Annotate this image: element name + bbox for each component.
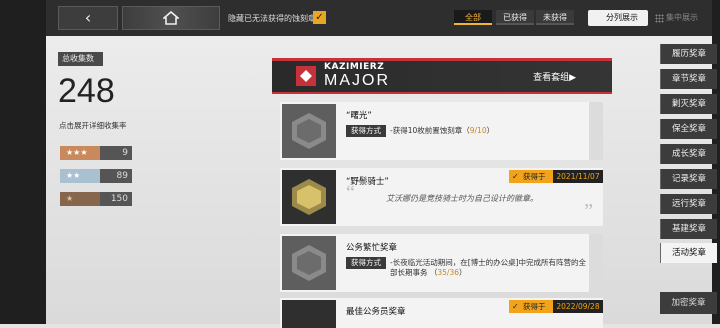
view-gather-button[interactable]: 集中展示 [652, 10, 708, 26]
banner-title-small: KAZIMIERZ [324, 62, 385, 72]
obtained-tag: 获得于 [509, 170, 553, 183]
quote-open-icon: “ [346, 182, 355, 204]
obtained-date: 2021/11/07 [553, 170, 603, 183]
kazimierz-logo-icon [296, 66, 316, 86]
back-button[interactable]: ‹ [58, 6, 118, 30]
sidebar-item-annihilation[interactable]: 剿灭奖章 [660, 94, 717, 114]
sidebar-item-record[interactable]: 记录奖章 [660, 169, 717, 189]
method-tag: 获得方式 [346, 257, 386, 269]
banner-accent-bar [272, 58, 612, 61]
view-set-button[interactable]: 查看套组▶ [533, 70, 576, 83]
back-arrow-icon: ‹ [84, 8, 92, 27]
medal-description: 艾沃娜仍是竞技骑士时为自己设计的徽章。 [386, 194, 538, 203]
filter-tab-not-obtained[interactable]: 未获得 [536, 10, 574, 25]
method-text: -获得10枚前置蚀刻章（9/10） [390, 126, 495, 135]
progress: 35/36 [437, 268, 460, 277]
total-label: 总收集数 [58, 52, 103, 66]
sidebar-item-growth[interactable]: 成长奖章 [660, 144, 717, 164]
home-button[interactable] [122, 6, 220, 30]
rarity-count: 9 [122, 148, 128, 158]
medal-icon [282, 104, 336, 158]
filter-tab-obtained[interactable]: 已获得 [496, 10, 534, 25]
rarity-row-2star: ★★ 89 [60, 169, 132, 183]
rarity-row-1star: ★ 150 [60, 192, 132, 206]
rarity-stars: ★★ [60, 169, 100, 183]
hide-unobtainable-checkbox[interactable]: ✓ [313, 11, 326, 24]
home-icon [163, 11, 179, 25]
medal-name: “曙光” [346, 111, 372, 121]
rarity-count: 150 [110, 194, 128, 204]
progress: 9/10 [469, 126, 487, 135]
quote-close-icon: ” [584, 200, 593, 222]
banner-title-big: MAJOR [324, 72, 390, 89]
card-side [589, 102, 603, 160]
medal-icon [282, 236, 336, 290]
detail-rate-link[interactable]: 点击展开详细收集率 [59, 120, 127, 131]
sidebar-item-base[interactable]: 基建奖章 [660, 219, 717, 239]
filter-tab-all[interactable]: 全部 [454, 10, 492, 25]
sidebar-item-event[interactable]: 活动奖章 [660, 243, 717, 263]
sidebar-item-history[interactable]: 履历奖章 [660, 44, 717, 64]
sidebar-item-chapter[interactable]: 章节奖章 [660, 69, 717, 89]
total-count: 248 [58, 72, 115, 110]
hide-unobtainable-label: 隐藏已无法获得的蚀刻章 [228, 14, 316, 23]
sidebar-item-preservation[interactable]: 保全奖章 [660, 119, 717, 139]
sidebar-item-secret[interactable]: 加密奖章 [660, 292, 717, 314]
obtained-tag: 获得于 [509, 300, 553, 313]
card-side [589, 234, 603, 292]
sidebar-item-expedition[interactable]: 远行奖章 [660, 194, 717, 214]
medal-name: 最佳公务员奖章 [346, 307, 406, 317]
medal-icon [282, 170, 336, 224]
view-split-button[interactable]: 分列展示 [588, 10, 648, 26]
rarity-count: 89 [116, 171, 128, 181]
medal-card[interactable]: 公务繁忙奖章 获得方式 -长夜临光活动期间，在[博士的办公桌]中完成所有阵营的全… [280, 234, 603, 292]
medal-card[interactable]: “野鬃骑士” 获得于 2021/11/07 “ 艾沃娜仍是竞技骑士时为自己设计的… [280, 168, 603, 226]
rarity-stars: ★ [60, 192, 100, 206]
collection-stats-panel: 总收集数 248 点击展开详细收集率 ★★★ 9 ★★ 89 ★ 150 [58, 52, 138, 212]
obtained-date: 2022/09/28 [553, 300, 603, 313]
rarity-row-3star: ★★★ 9 [60, 146, 132, 160]
method-tag: 获得方式 [346, 125, 386, 137]
medal-card[interactable]: “曙光” 获得方式 -获得10枚前置蚀刻章（9/10） [280, 102, 603, 160]
method-text: -长夜临光活动期间，在[博士的办公桌]中完成所有阵营的全部长期事务 （35/36… [390, 258, 587, 277]
left-edge [0, 0, 46, 324]
medal-name: 公务繁忙奖章 [346, 243, 398, 253]
rarity-stars: ★★★ [60, 146, 100, 160]
set-banner: KAZIMIERZ MAJOR 查看套组▶ [272, 58, 612, 94]
